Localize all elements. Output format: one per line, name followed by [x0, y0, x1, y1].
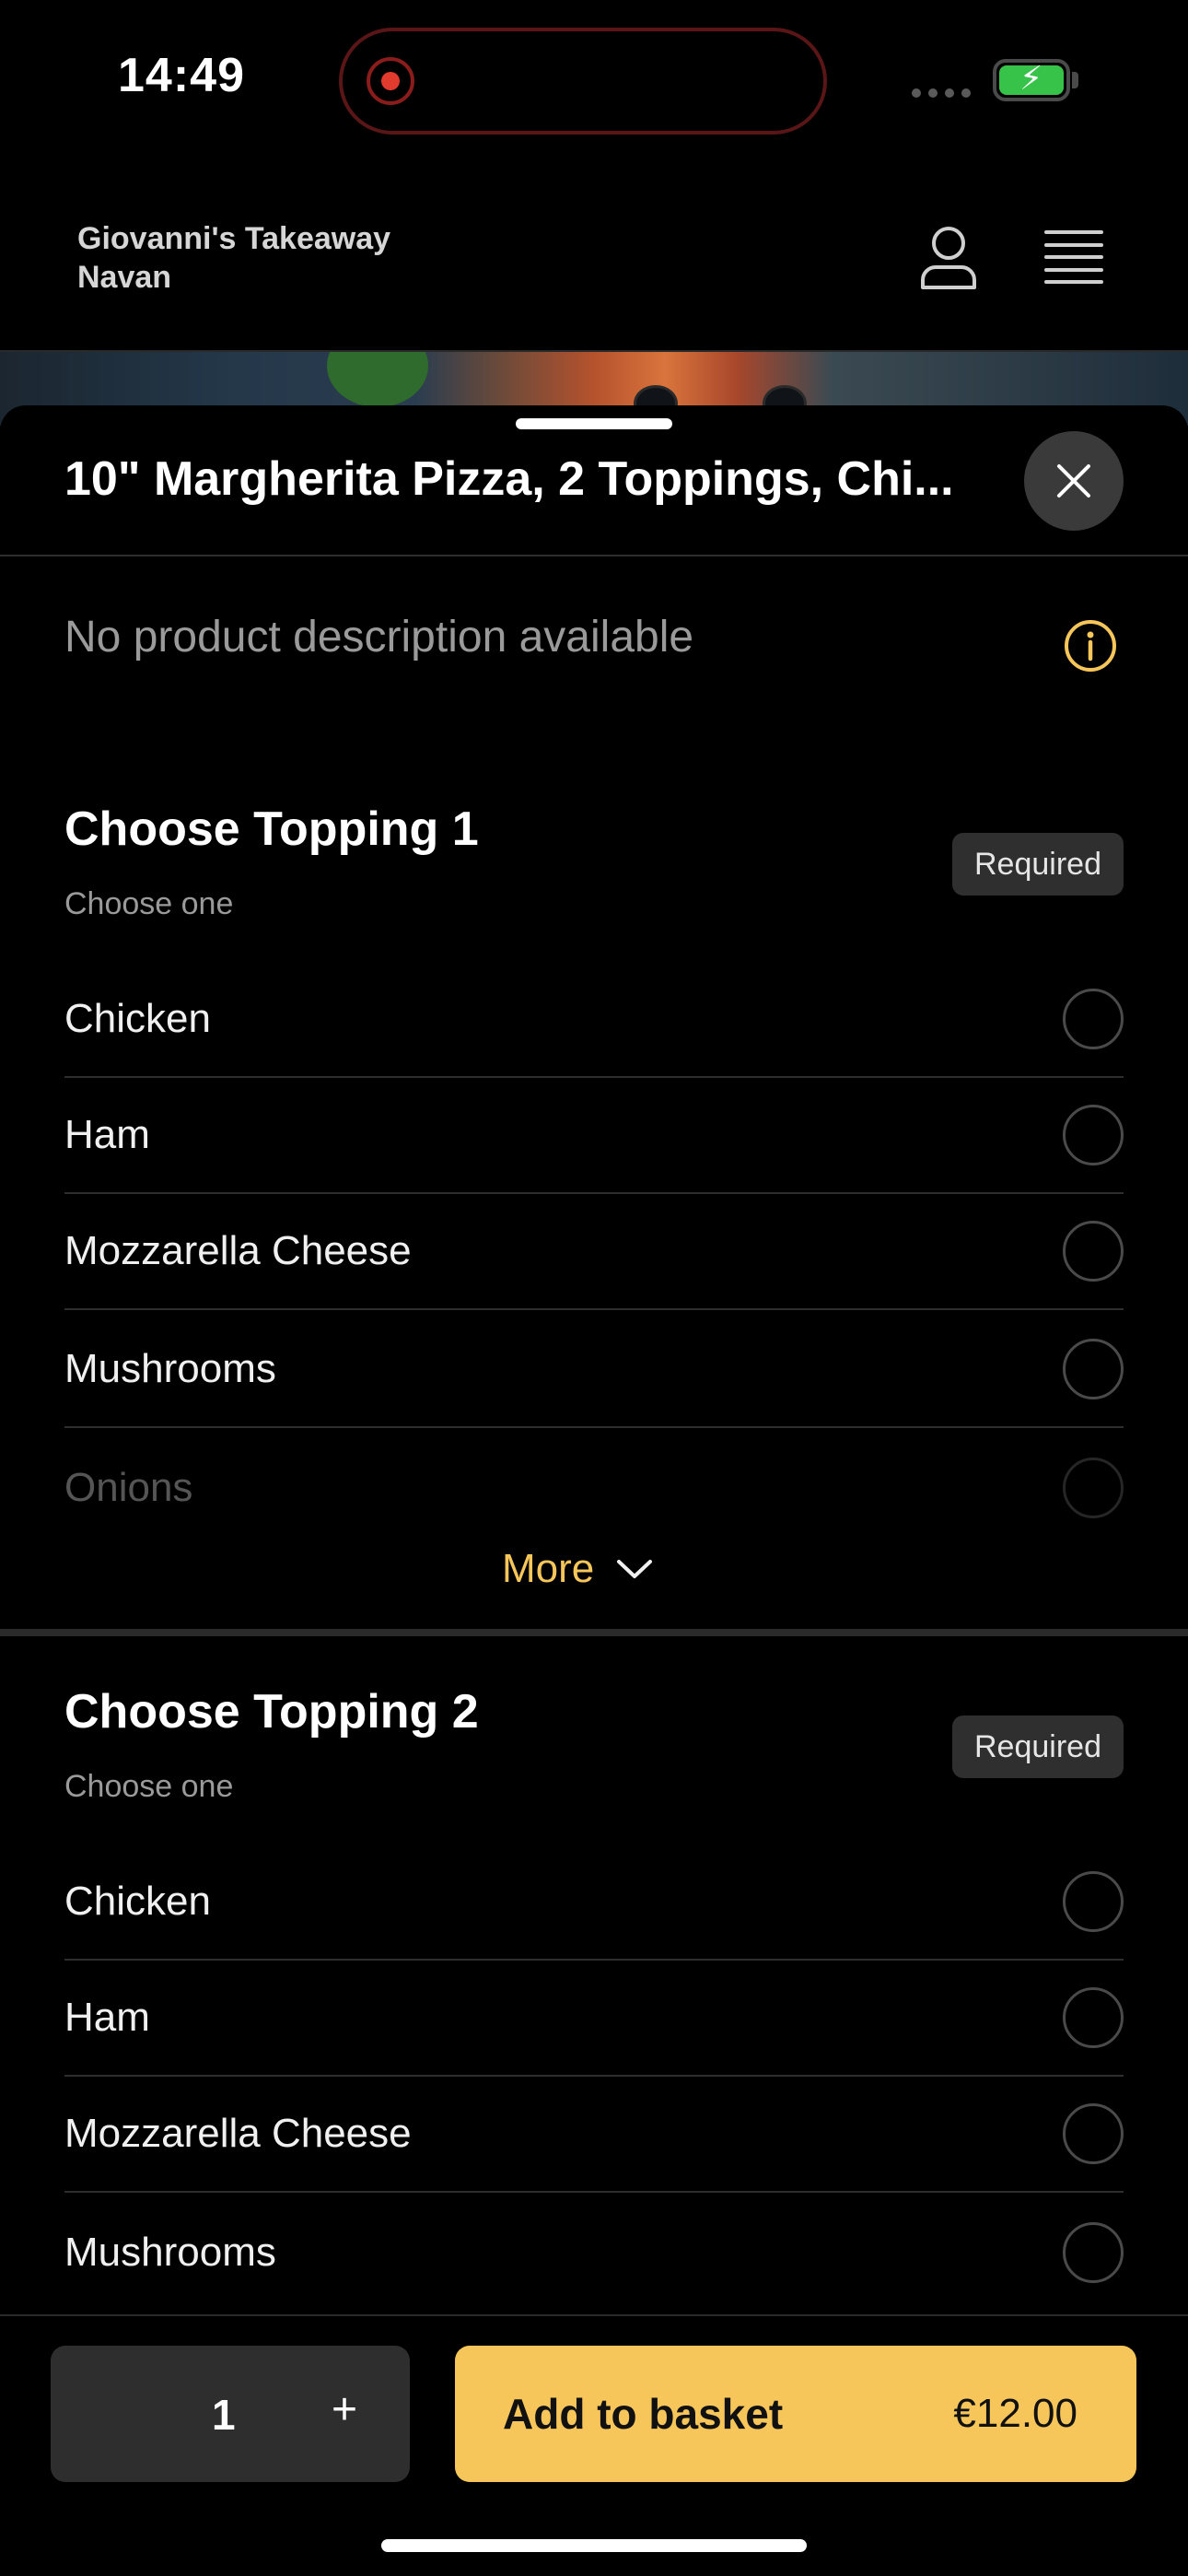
option-label: Ham [64, 1112, 150, 1157]
required-badge: Required [952, 833, 1124, 896]
option-label: Mushrooms [64, 1346, 276, 1391]
hamburger-menu-icon[interactable] [1044, 230, 1103, 284]
option-label: Onions [64, 1465, 193, 1510]
option-row-mozzarella[interactable]: Mozzarella Cheese [64, 1194, 1124, 1310]
chevron-down-icon [617, 1560, 653, 1578]
section-title-topping-1: Choose Topping 1 [64, 802, 479, 856]
radio-button[interactable] [1063, 1871, 1124, 1932]
battery-tip [1072, 72, 1078, 88]
product-title: 10" Margherita Pizza, 2 Toppings, Chi... [64, 452, 954, 506]
home-indicator[interactable] [381, 2539, 807, 2552]
screen-recording-icon [367, 57, 414, 105]
option-row-mushrooms[interactable]: Mushrooms [64, 2195, 1124, 2311]
option-row-ham[interactable]: Ham [64, 1961, 1124, 2077]
option-row-mozzarella[interactable]: Mozzarella Cheese [64, 2077, 1124, 2193]
radio-button[interactable] [1063, 2103, 1124, 2164]
product-description: No product description available [64, 613, 694, 662]
store-name: Giovanni's Takeaway Navan [77, 219, 390, 297]
store-name-line1: Giovanni's Takeaway [77, 221, 391, 256]
quantity-increment-button[interactable]: + [324, 2384, 365, 2435]
more-label: More [502, 1546, 595, 1591]
radio-button[interactable] [1063, 1221, 1124, 1282]
section-subtitle-topping-2: Choose one [64, 1769, 234, 1804]
option-row-ham[interactable]: Ham [64, 1078, 1124, 1194]
option-label: Mozzarella Cheese [64, 2111, 412, 2156]
option-label: Mozzarella Cheese [64, 1228, 412, 1273]
radio-button[interactable] [1063, 1339, 1124, 1399]
option-row-mushrooms[interactable]: Mushrooms [64, 1312, 1124, 1428]
close-icon [1057, 464, 1090, 498]
option-label: Mushrooms [64, 2230, 276, 2275]
option-label: Chicken [64, 1879, 211, 1924]
more-button[interactable]: More [502, 1546, 653, 1592]
add-to-basket-button[interactable]: Add to basket €12.00 [455, 2346, 1136, 2482]
option-row-chicken[interactable]: Chicken [64, 1844, 1124, 1961]
option-row-chicken[interactable]: Chicken [64, 962, 1124, 1078]
option-label: Ham [64, 1995, 150, 2040]
title-divider [0, 555, 1188, 556]
sheet-grabber[interactable] [516, 418, 672, 429]
section-subtitle-topping-1: Choose one [64, 886, 234, 921]
cellular-signal-icon [912, 88, 971, 98]
store-name-line2: Navan [77, 260, 172, 295]
radio-button[interactable] [1063, 2222, 1124, 2283]
section-divider [0, 1629, 1188, 1636]
radio-button[interactable] [1063, 1458, 1124, 1518]
option-row-onions[interactable]: Onions [64, 1430, 1124, 1546]
quantity-value: 1 [212, 2391, 236, 2439]
radio-button[interactable] [1063, 989, 1124, 1049]
user-profile-icon[interactable] [919, 225, 978, 291]
option-label: Chicken [64, 996, 211, 1041]
info-icon[interactable] [1064, 619, 1117, 673]
radio-button[interactable] [1063, 1105, 1124, 1165]
close-button[interactable] [1024, 431, 1124, 531]
status-time: 14:49 [118, 49, 245, 102]
required-badge: Required [952, 1715, 1124, 1778]
battery-charging-icon [993, 59, 1070, 101]
price-label: €12.00 [953, 2391, 1077, 2436]
section-title-topping-2: Choose Topping 2 [64, 1685, 479, 1739]
add-to-basket-label: Add to basket [503, 2390, 784, 2438]
radio-button[interactable] [1063, 1987, 1124, 2048]
